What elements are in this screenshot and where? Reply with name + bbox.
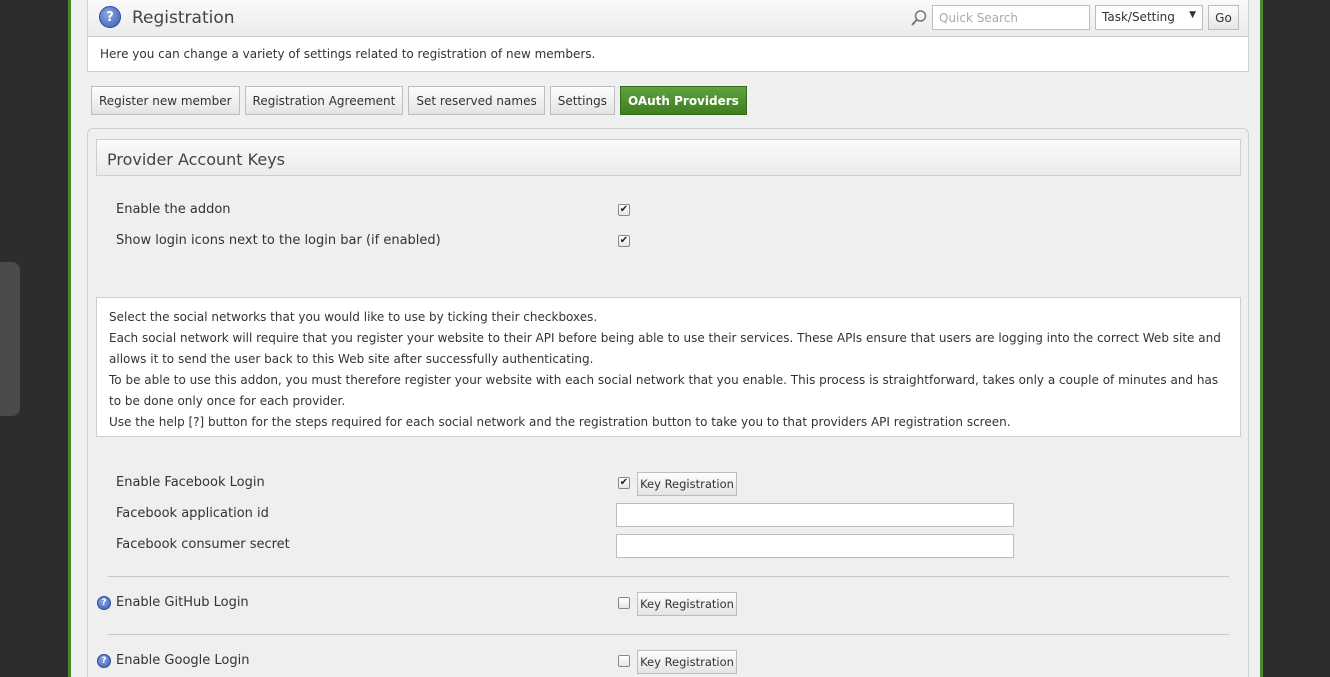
page-description: Here you can change a variety of setting… xyxy=(87,36,1249,72)
enable-facebook-label: Enable Facebook Login xyxy=(116,475,265,490)
github-help-icon[interactable]: ? xyxy=(97,596,111,610)
google-key-registration-button[interactable]: Key Registration xyxy=(637,650,737,674)
enable-google-label: Enable Google Login xyxy=(116,653,250,668)
tab-set-reserved-names[interactable]: Set reserved names xyxy=(408,86,545,115)
provider-keys-panel: Provider Account Keys Enable the addon ✔… xyxy=(87,128,1249,677)
info-box: Select the social networks that you woul… xyxy=(96,297,1241,437)
tab-oauth-providers[interactable]: OAuth Providers xyxy=(619,86,747,115)
show-login-icons-checkbox[interactable]: ✔ xyxy=(618,235,630,247)
tab-settings[interactable]: Settings xyxy=(549,86,615,115)
tab-bar: Register new member Registration Agreeme… xyxy=(91,86,747,115)
github-key-registration-button[interactable]: Key Registration xyxy=(637,592,737,616)
panel-title: Provider Account Keys xyxy=(96,139,1241,176)
admin-page: ? Registration Task/Setting ▼ Go Here yo… xyxy=(68,0,1263,677)
info-line: Each social network will require that yo… xyxy=(109,331,1221,366)
page-title: Registration xyxy=(132,8,235,28)
tab-register-new-member[interactable]: Register new member xyxy=(91,86,240,115)
enable-github-label: Enable GitHub Login xyxy=(116,595,249,610)
show-login-icons-label: Show login icons next to the login bar (… xyxy=(116,233,441,248)
page-header: ? Registration Task/Setting ▼ Go xyxy=(87,0,1249,37)
facebook-secret-input[interactable] xyxy=(616,534,1014,558)
facebook-app-id-input[interactable] xyxy=(616,503,1014,527)
search-icon xyxy=(911,10,927,26)
go-button[interactable]: Go xyxy=(1208,5,1239,30)
enable-addon-checkbox[interactable]: ✔ xyxy=(618,204,630,216)
facebook-key-registration-button[interactable]: Key Registration xyxy=(637,472,737,496)
enable-github-checkbox[interactable] xyxy=(618,597,630,609)
divider xyxy=(108,634,1229,635)
enable-facebook-checkbox[interactable]: ✔ xyxy=(618,477,630,489)
info-line: Use the help [?] button for the steps re… xyxy=(109,415,1011,429)
facebook-secret-label: Facebook consumer secret xyxy=(116,537,290,552)
google-help-icon[interactable]: ? xyxy=(97,654,111,668)
side-panel-handle[interactable] xyxy=(0,262,20,416)
divider xyxy=(108,576,1229,577)
tab-registration-agreement[interactable]: Registration Agreement xyxy=(244,86,404,115)
task-setting-value: Task/Setting xyxy=(1102,10,1175,24)
task-setting-select[interactable]: Task/Setting ▼ xyxy=(1095,5,1203,30)
help-icon[interactable]: ? xyxy=(99,6,121,28)
info-line: To be able to use this addon, you must t… xyxy=(109,373,1219,408)
info-line: Select the social networks that you woul… xyxy=(109,310,598,324)
enable-addon-label: Enable the addon xyxy=(116,202,231,217)
facebook-app-id-label: Facebook application id xyxy=(116,506,269,521)
enable-google-checkbox[interactable] xyxy=(618,655,630,667)
quick-search-input[interactable] xyxy=(932,5,1090,30)
dropdown-caret-icon: ▼ xyxy=(1189,10,1196,20)
